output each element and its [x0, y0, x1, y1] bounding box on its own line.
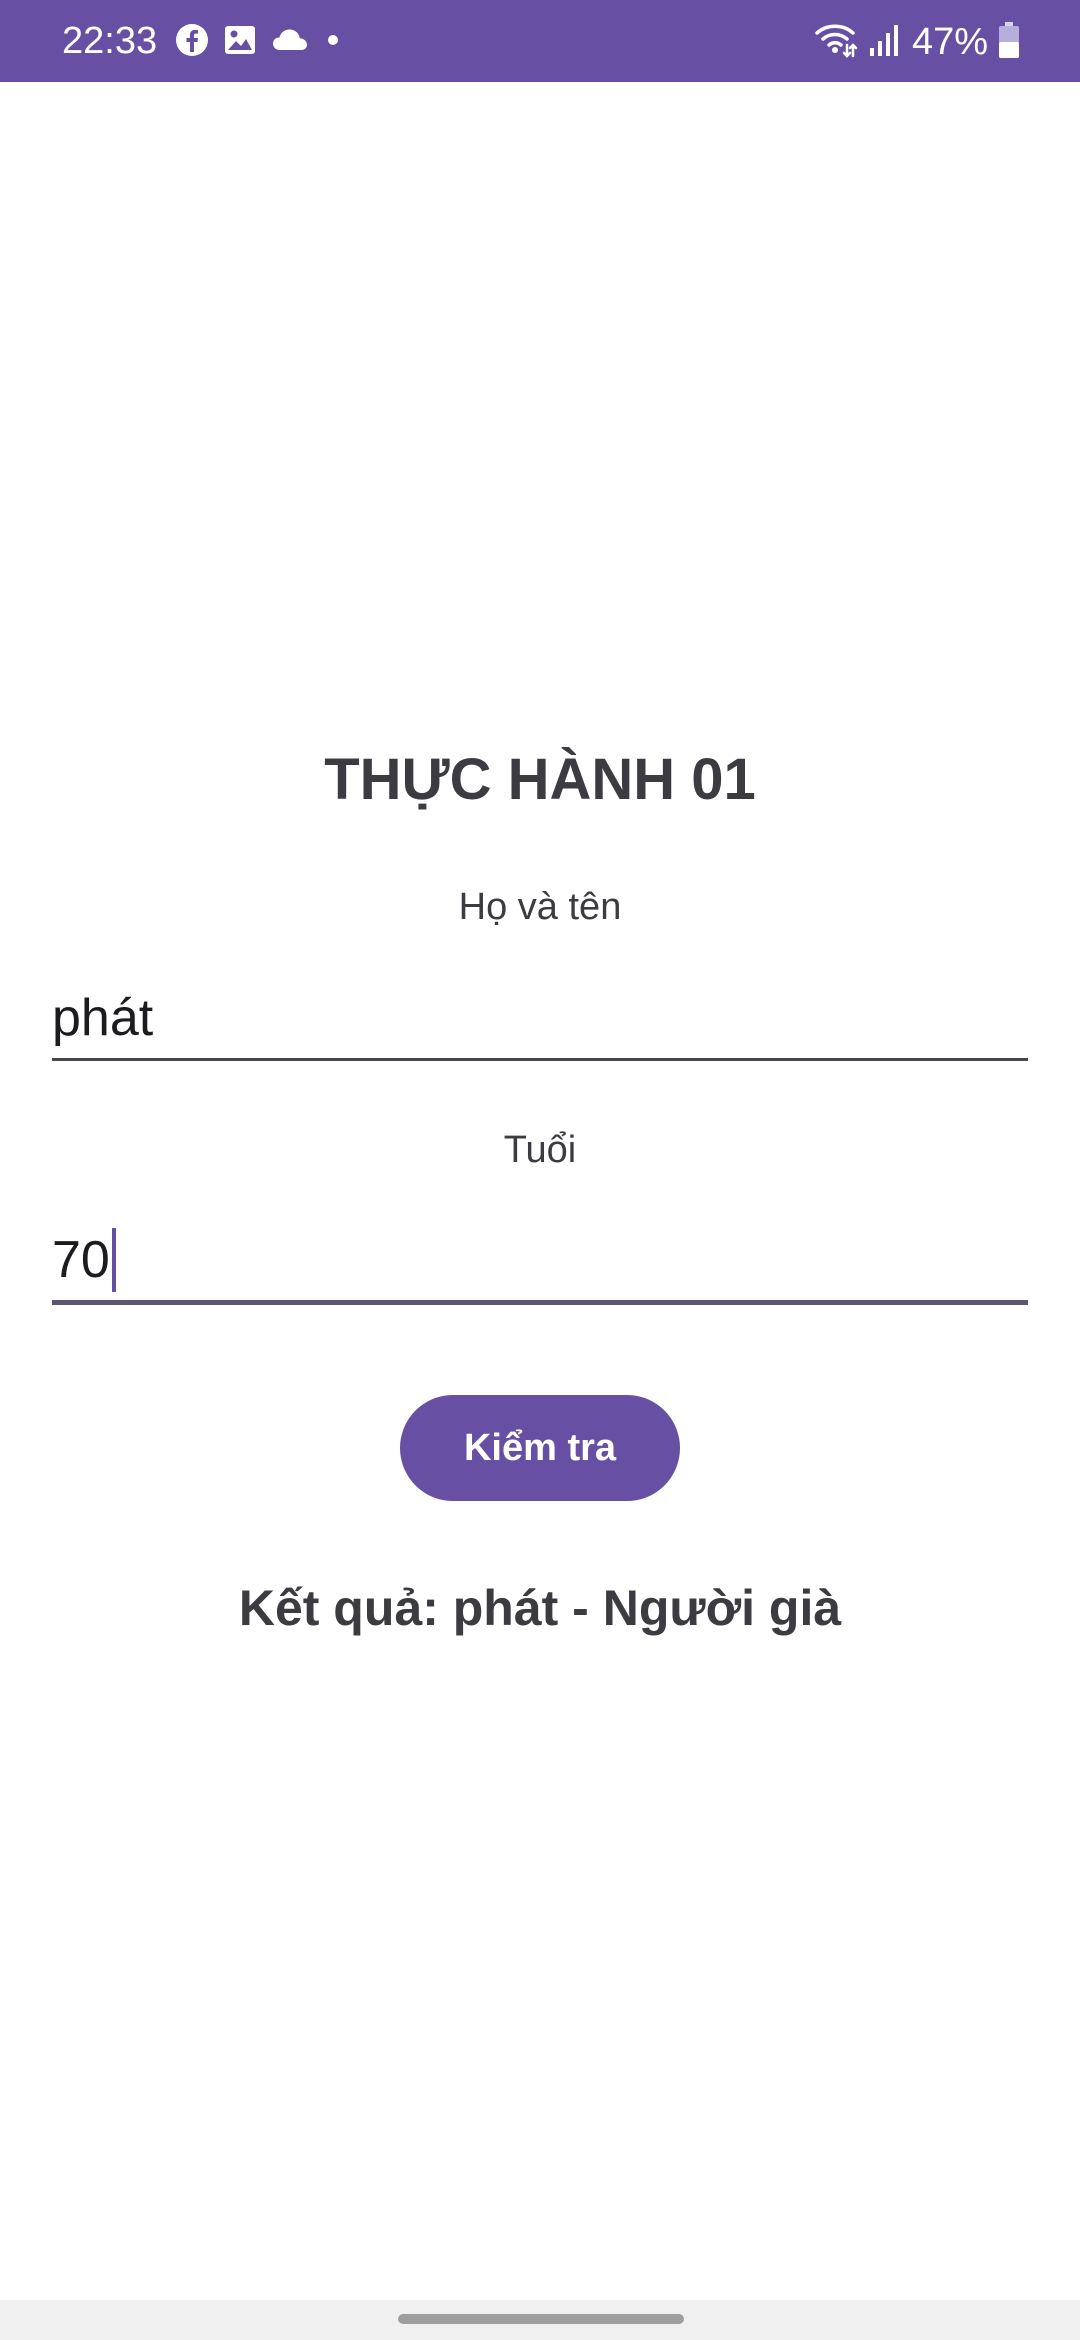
navigation-bar — [0, 2300, 1080, 2340]
signal-icon — [868, 22, 902, 63]
battery-icon — [998, 21, 1020, 64]
age-field[interactable]: 70 — [52, 1220, 1028, 1305]
page-title: THỰC HÀNH 01 — [324, 747, 756, 812]
text-cursor — [111, 1228, 116, 1292]
age-field-value: 70 — [52, 1231, 110, 1289]
name-field-value: phát — [52, 989, 154, 1047]
age-label: Tuổi — [503, 1129, 577, 1171]
notification-icons — [175, 23, 343, 62]
check-button[interactable]: Kiểm tra — [400, 1395, 680, 1501]
status-time: 22:33 — [62, 20, 158, 62]
cloud-icon — [271, 25, 309, 60]
battery-percent: 47% — [911, 21, 988, 63]
name-field[interactable]: phát — [52, 978, 1028, 1061]
gallery-icon — [223, 23, 257, 62]
wifi-icon — [814, 21, 858, 64]
facebook-icon — [175, 23, 209, 62]
home-indicator[interactable] — [398, 2314, 684, 2324]
name-label: Họ và tên — [458, 886, 622, 928]
result-text: Kết quả: phát - Người già — [238, 1580, 842, 1636]
app-screen: 22:33 47% THỰC HÀNH 01 Họ và tên phát Tu… — [0, 0, 1080, 2340]
status-bar: 22:33 47% — [0, 0, 1080, 82]
dot-icon — [323, 30, 343, 55]
check-button-label: Kiểm tra — [463, 1426, 617, 1469]
system-icons: 47% — [814, 20, 1020, 64]
